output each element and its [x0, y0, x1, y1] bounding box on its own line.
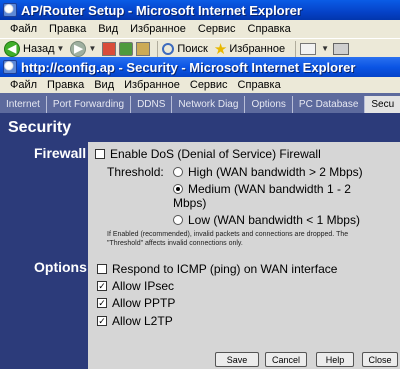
menu-view[interactable]: Вид — [92, 23, 124, 35]
firewall-note: If Enabled (recommended), invalid packet… — [107, 231, 349, 247]
close-button[interactable]: Close — [362, 352, 398, 367]
back-label: Назад — [23, 42, 55, 55]
menu-file[interactable]: Файл — [0, 79, 42, 91]
mail-icon[interactable] — [300, 42, 317, 55]
outer-toolbar: ◀ Назад ▼ ▶ ▼ Поиск ★ Избранное ▼ — [0, 38, 400, 58]
icmp-option[interactable]: Respond to ICMP (ping) on WAN interface — [97, 262, 337, 276]
menu-help[interactable]: Справка — [233, 79, 286, 91]
menu-favorites[interactable]: Избранное — [124, 23, 192, 35]
tab-ddns[interactable]: DDNS — [131, 96, 173, 113]
tab-internet[interactable]: Internet — [0, 96, 47, 113]
favorites-label: Избранное — [229, 42, 286, 55]
outer-window-titlebar: AP/Router Setup - Microsoft Internet Exp… — [0, 0, 400, 20]
menu-tools[interactable]: Сервис — [192, 23, 242, 35]
threshold-low-label: Low (WAN bandwidth < 1 Mbps) — [188, 213, 360, 227]
pptp-label: Allow PPTP — [112, 296, 176, 310]
l2tp-checkbox[interactable] — [97, 316, 107, 326]
stop-icon[interactable] — [102, 41, 117, 56]
options-section-label: Options — [34, 259, 87, 275]
pptp-checkbox[interactable] — [97, 298, 107, 308]
refresh-icon[interactable] — [119, 41, 134, 56]
l2tp-option[interactable]: Allow L2TP — [97, 314, 173, 328]
inner-window-titlebar: http://config.ap - Security - Microsoft … — [0, 57, 400, 77]
icmp-checkbox[interactable] — [97, 264, 107, 274]
tab-network-diag[interactable]: Network Diag — [172, 96, 246, 113]
threshold-label: Threshold: — [107, 165, 164, 179]
threshold-high-radio[interactable] — [173, 167, 183, 177]
chevron-down-icon[interactable]: ▼ — [57, 44, 65, 53]
l2tp-label: Allow L2TP — [112, 314, 173, 328]
tab-pc-database[interactable]: PC Database — [293, 96, 366, 113]
cancel-button[interactable]: Cancel — [265, 352, 307, 367]
home-icon[interactable] — [136, 41, 151, 56]
chevron-down-icon[interactable]: ▼ — [88, 44, 96, 53]
page-title: Security — [8, 119, 72, 136]
pptp-option[interactable]: Allow PPTP — [97, 296, 175, 310]
favorites-button[interactable]: ★ Избранное — [214, 40, 285, 58]
nav-tabs: Internet Port Forwarding DDNS Network Di… — [0, 93, 400, 113]
icmp-label: Respond to ICMP (ping) on WAN interface — [112, 262, 338, 276]
threshold-label-text: Threshold: — [107, 165, 164, 179]
outer-menu-bar: Файл Правка Вид Избранное Сервис Справка — [0, 20, 400, 38]
tab-options[interactable]: Options — [245, 96, 293, 113]
ipsec-label: Allow IPsec — [112, 279, 175, 293]
inner-window-title: http://config.ap - Security - Microsoft … — [21, 59, 356, 75]
search-button[interactable]: Поиск — [162, 42, 208, 55]
menu-edit[interactable]: Правка — [42, 79, 89, 91]
threshold-high-label: High (WAN bandwidth > 2 Mbps) — [188, 165, 363, 179]
threshold-medium-option[interactable]: Medium (WAN bandwidth 1 - 2 — [173, 182, 351, 196]
dos-firewall-label: Enable DoS (Denial of Service) Firewall — [110, 147, 321, 161]
tab-security[interactable]: Secu — [365, 96, 400, 113]
dos-firewall-option[interactable]: Enable DoS (Denial of Service) Firewall — [95, 147, 321, 161]
outer-window-title: AP/Router Setup - Microsoft Internet Exp… — [21, 2, 302, 18]
toolbar-separator — [295, 40, 297, 57]
toolbar-separator — [157, 40, 159, 57]
help-button[interactable]: Help — [316, 352, 354, 367]
ie-window-icon — [3, 60, 17, 74]
tab-port-forwarding[interactable]: Port Forwarding — [47, 96, 132, 113]
chevron-down-icon[interactable]: ▼ — [321, 44, 329, 53]
menu-tools[interactable]: Сервис — [185, 79, 233, 91]
menu-help[interactable]: Справка — [242, 23, 297, 35]
threshold-medium-label-line2: Mbps) — [173, 196, 207, 210]
ipsec-checkbox[interactable] — [97, 281, 107, 291]
menu-edit[interactable]: Правка — [43, 23, 92, 35]
threshold-low-radio[interactable] — [173, 215, 183, 225]
forward-arrow-icon: ▶ — [70, 40, 87, 57]
save-button[interactable]: Save — [215, 352, 259, 367]
threshold-medium-label-cont: Mbps) — [173, 196, 206, 210]
firewall-section-label: Firewall — [34, 145, 87, 161]
search-icon — [162, 42, 175, 55]
menu-favorites[interactable]: Избранное — [119, 79, 185, 91]
inner-menu-bar: Файл Правка Вид Избранное Сервис Справка — [0, 77, 400, 93]
threshold-high-option[interactable]: High (WAN bandwidth > 2 Mbps) — [173, 165, 363, 179]
dos-firewall-checkbox[interactable] — [95, 149, 105, 159]
menu-file[interactable]: Файл — [0, 23, 43, 35]
threshold-low-option[interactable]: Low (WAN bandwidth < 1 Mbps) — [173, 213, 360, 227]
forward-button[interactable]: ▶ ▼ — [70, 40, 96, 57]
threshold-medium-label: Medium (WAN bandwidth 1 - 2 — [188, 182, 351, 196]
back-button[interactable]: ◀ Назад ▼ — [0, 40, 65, 57]
ipsec-option[interactable]: Allow IPsec — [97, 279, 174, 293]
threshold-medium-radio[interactable] — [173, 184, 183, 194]
print-icon[interactable] — [332, 42, 349, 55]
star-icon: ★ — [213, 40, 228, 58]
ie-window-icon — [3, 3, 17, 17]
search-label: Поиск — [177, 42, 208, 55]
menu-view[interactable]: Вид — [89, 79, 119, 91]
back-arrow-icon: ◀ — [4, 40, 20, 57]
